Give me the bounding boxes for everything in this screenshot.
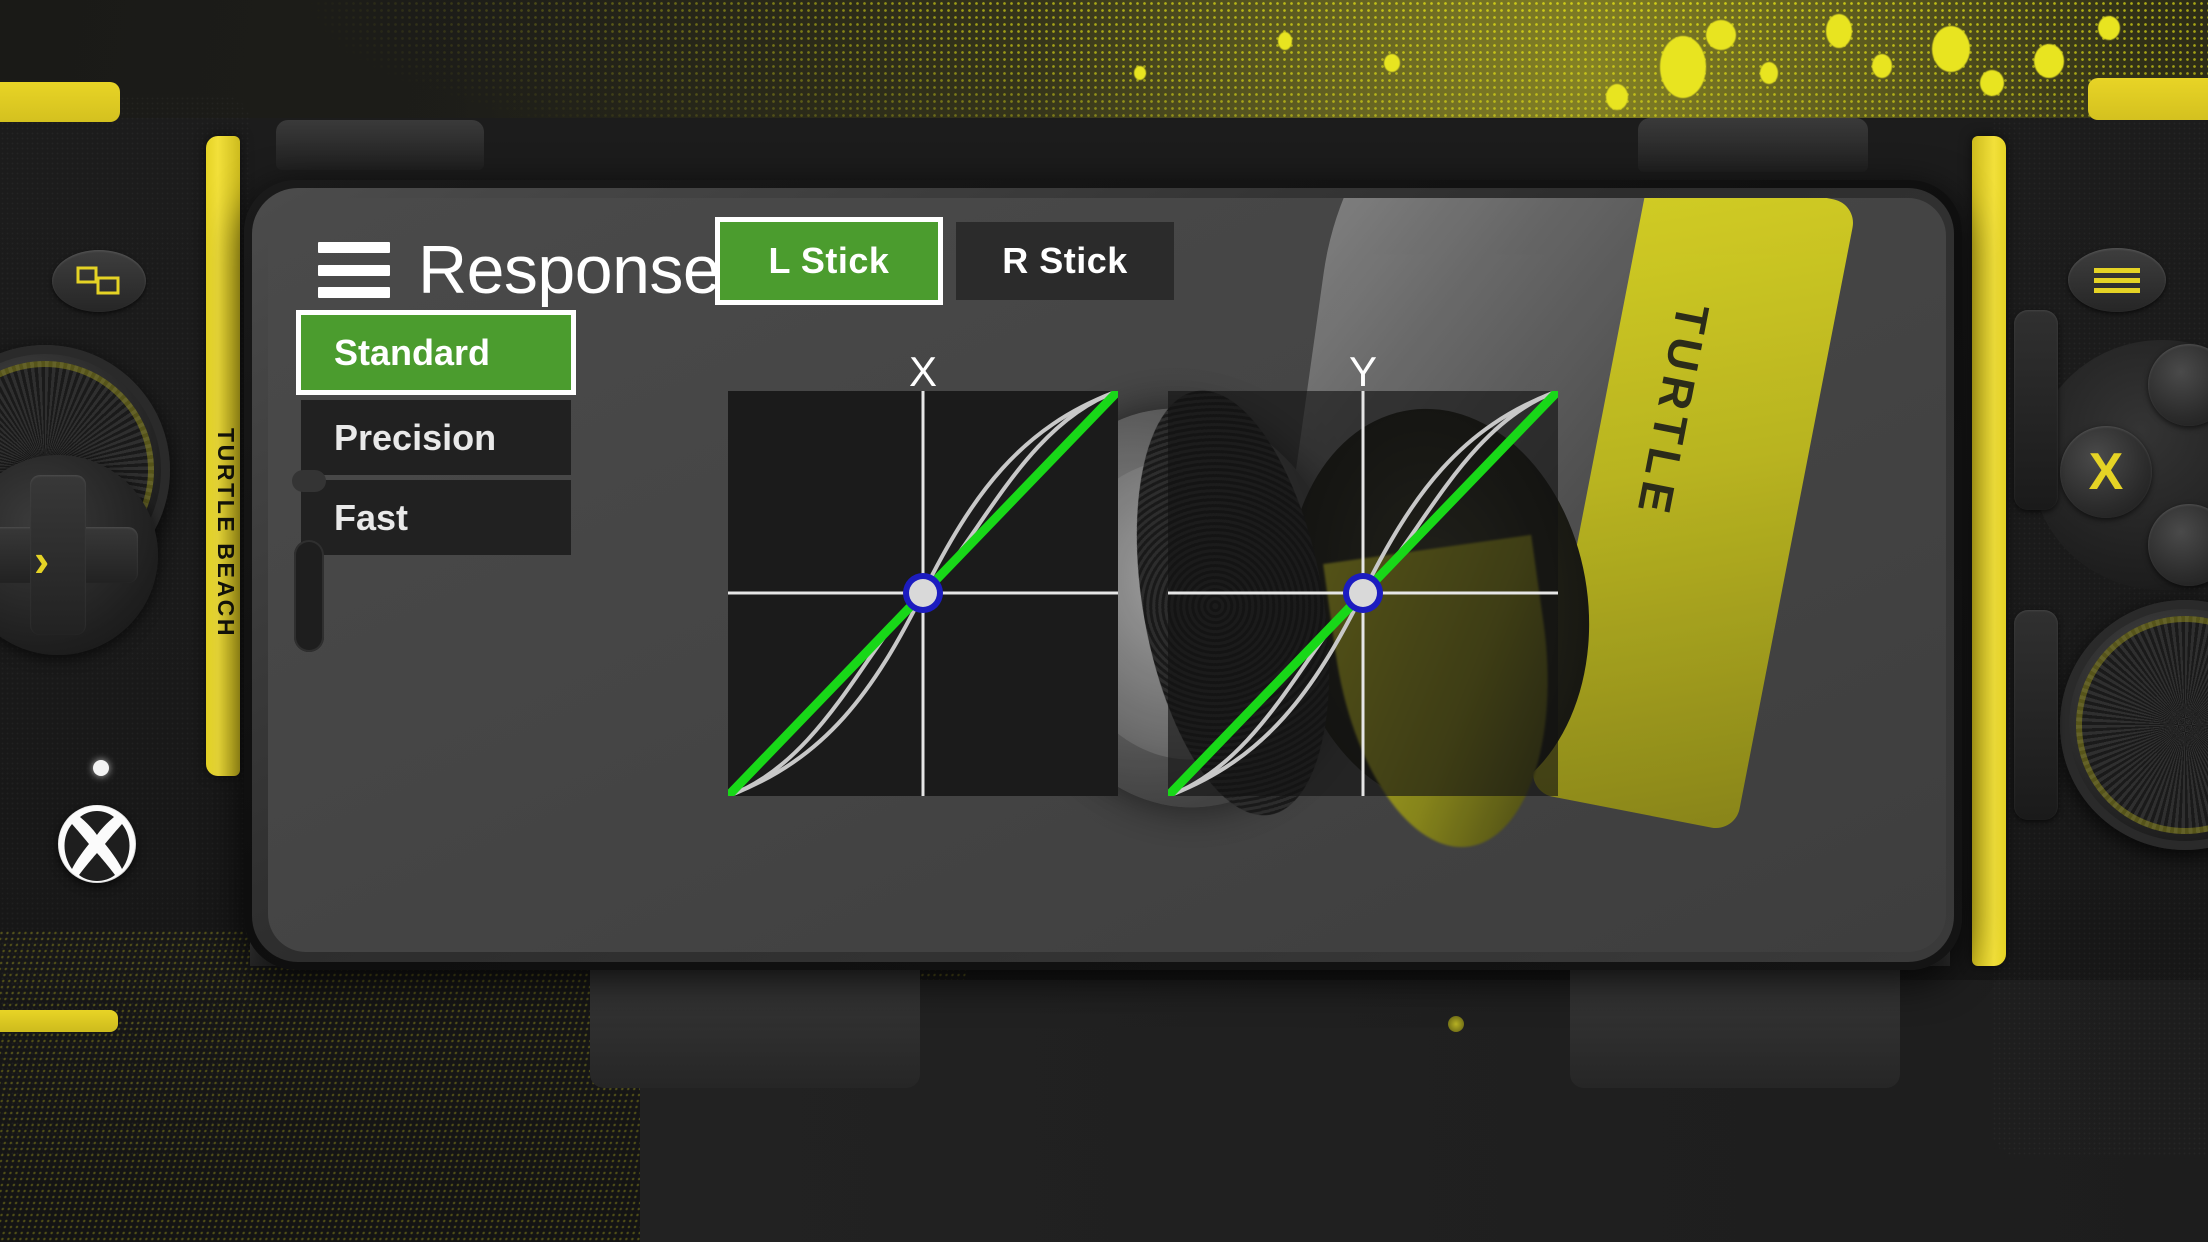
preset-standard-label: Standard: [334, 331, 491, 373]
graph-y-svg: [1108, 341, 1562, 800]
view-windows-icon: [76, 266, 120, 295]
screen-header: Response: [318, 232, 721, 308]
phone-camera: [294, 540, 324, 652]
tab-l-stick[interactable]: L Stick: [720, 222, 938, 300]
left-trigger[interactable]: [276, 120, 484, 170]
right-bumper-lower[interactable]: [2014, 610, 2058, 820]
grip-accent-left-bottom: [0, 1010, 118, 1032]
tab-l-stick-label: L Stick: [768, 240, 890, 281]
chevron-right-icon: ›: [34, 534, 50, 586]
right-trigger[interactable]: [1638, 118, 1868, 172]
preset-standard[interactable]: Standard: [301, 315, 571, 390]
x-button[interactable]: X: [2060, 426, 2152, 518]
preset-list: Standard Precision Fast: [301, 315, 571, 560]
phone-earpiece: [292, 470, 326, 492]
right-bumper-upper[interactable]: [2014, 310, 2058, 510]
view-button[interactable]: [52, 250, 146, 312]
headset-brand-label: TURTLE: [1626, 299, 1720, 524]
screw-icon: [1448, 1016, 1464, 1032]
right-thumbstick-cap[interactable]: [2112, 650, 2208, 800]
graph-x-svg: [724, 341, 1122, 800]
phone-screen[interactable]: TURTLE Response L Stick R Stick Standard…: [268, 198, 1946, 952]
face-button-cluster: X: [2032, 340, 2208, 590]
page-title: Response: [418, 232, 721, 308]
hamburger-icon: [2094, 268, 2140, 293]
brand-label: TURTLE BEACH: [213, 428, 239, 639]
tab-r-stick-label: R Stick: [1002, 240, 1128, 281]
dpad[interactable]: ›: [0, 455, 158, 655]
preset-precision[interactable]: Precision: [301, 400, 571, 475]
brand-rail-left: TURTLE BEACH: [206, 136, 240, 776]
app-screenshot: TURTLE BEACH › X TURTLE Response L Stick…: [0, 0, 2208, 1242]
grip-accent-right-top: [2088, 78, 2208, 120]
brand-rail-right: [1972, 136, 2006, 966]
handle-x-fill: [909, 579, 937, 607]
x-button-label: X: [2088, 443, 2124, 501]
graph-x-plot[interactable]: [724, 341, 1122, 800]
xbox-guide-button[interactable]: [58, 805, 136, 883]
menu-button[interactable]: [2068, 248, 2166, 312]
xbox-logo-icon: [59, 806, 135, 882]
preset-precision-label: Precision: [334, 416, 497, 458]
stick-tab-group: L Stick R Stick: [720, 222, 1174, 300]
status-led: [93, 760, 109, 776]
tab-r-stick[interactable]: R Stick: [956, 222, 1174, 300]
preset-fast-label: Fast: [334, 496, 409, 538]
handle-y-fill: [1349, 579, 1377, 607]
graph-y-label: Y: [1348, 348, 1377, 395]
hamburger-menu-icon[interactable]: [318, 242, 390, 298]
grip-accent-left-top: [0, 82, 120, 122]
graph-x-label: X: [908, 348, 937, 395]
graph-y-plot[interactable]: [1108, 341, 1562, 800]
preset-fast[interactable]: Fast: [301, 480, 571, 555]
